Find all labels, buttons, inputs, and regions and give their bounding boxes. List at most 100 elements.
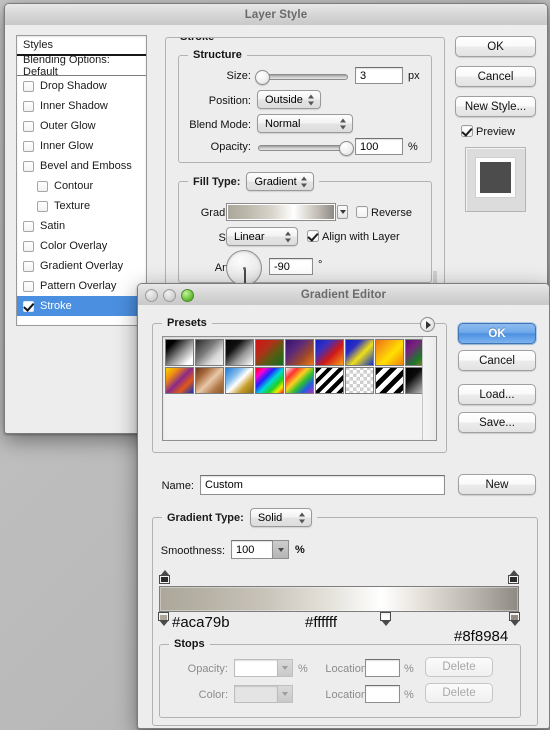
opacity-input[interactable]: 100 — [355, 138, 403, 155]
color-overlay-checkbox[interactable] — [23, 240, 34, 252]
preset-swatch-spectrum[interactable] — [255, 367, 284, 394]
layer-style-ok-button[interactable]: OK — [455, 36, 536, 57]
layer-style-titlebar[interactable]: Layer Style — [5, 4, 547, 26]
preview-checkbox[interactable] — [461, 125, 473, 137]
gradient-style-select[interactable]: Linear — [226, 227, 298, 246]
gradient-editor-titlebar[interactable]: Gradient Editor — [138, 284, 549, 306]
zoom-icon[interactable] — [181, 289, 194, 302]
effect-row-contour[interactable]: Contour — [17, 176, 146, 196]
new-gradient-button[interactable]: New — [458, 474, 536, 495]
preset-swatch-noise-transparent[interactable] — [345, 367, 374, 394]
effect-row-satin[interactable]: Satin — [17, 216, 146, 236]
preset-swatch-foreground-to-transparent[interactable] — [195, 339, 224, 366]
minimize-icon[interactable] — [163, 289, 176, 302]
effect-row-inner-shadow[interactable]: Inner Shadow — [17, 96, 146, 116]
gradient-type-select[interactable]: Solid — [249, 508, 312, 527]
size-slider-track[interactable] — [258, 74, 348, 80]
stop-opacity-dropdown-button[interactable] — [278, 659, 293, 677]
preset-swatch-copper[interactable] — [195, 367, 224, 394]
preset-swatch-black-white-stripes[interactable] — [375, 367, 404, 394]
preset-swatch-blue-yellow-blue[interactable] — [345, 339, 374, 366]
preset-swatch-yellow-violet-orange-blue[interactable] — [165, 367, 194, 394]
preset-swatch-blue-red-yellow[interactable] — [315, 339, 344, 366]
smoothness-input[interactable]: 100 — [231, 540, 273, 559]
presets-scrollbar[interactable] — [422, 337, 436, 440]
color-stop-0[interactable] — [158, 612, 169, 626]
stop-opacity-input[interactable] — [234, 659, 278, 677]
preset-swatch-white-black[interactable] — [225, 339, 254, 366]
blending-options-row[interactable]: Blending Options: Default — [17, 54, 146, 78]
gradient-bar[interactable] — [159, 586, 519, 612]
effect-row-texture[interactable]: Texture — [17, 196, 146, 216]
gradient-preview-swatch[interactable] — [226, 203, 336, 221]
gradient-overlay-checkbox[interactable] — [23, 260, 34, 272]
effect-label: Inner Shadow — [40, 100, 108, 112]
outer-glow-checkbox[interactable] — [23, 120, 34, 132]
delete-color-stop-button[interactable]: Delete — [425, 683, 493, 703]
structure-group: Structure Size: 3 px Position: Outside B… — [178, 49, 432, 163]
angle-dial[interactable] — [226, 250, 262, 286]
contour-checkbox[interactable] — [37, 180, 48, 192]
load-button[interactable]: Load... — [458, 384, 536, 405]
effect-row-gradient-overlay[interactable]: Gradient Overlay — [17, 256, 146, 276]
opacity-stop-left[interactable] — [159, 570, 170, 584]
effect-label: Drop Shadow — [40, 80, 107, 92]
drop-shadow-checkbox[interactable] — [23, 80, 34, 92]
bevel-and-emboss-checkbox[interactable] — [23, 160, 34, 172]
preset-swatch-chrome[interactable] — [225, 367, 254, 394]
preset-swatch-red-green[interactable] — [255, 339, 284, 366]
preset-swatch-transparent-rainbow[interactable] — [285, 367, 314, 394]
effect-row-outer-glow[interactable]: Outer Glow — [17, 116, 146, 136]
satin-checkbox[interactable] — [23, 220, 34, 232]
size-value: 3 — [360, 69, 367, 82]
fill-type-select[interactable]: Gradient — [246, 172, 315, 191]
stop-color-swatch[interactable] — [234, 685, 278, 703]
stop-color-location-input[interactable] — [365, 685, 400, 703]
inner-shadow-checkbox[interactable] — [23, 100, 34, 112]
preset-swatch-black-white[interactable] — [165, 339, 194, 366]
color-stop-2[interactable] — [509, 612, 520, 626]
layer-style-cancel-button[interactable]: Cancel — [455, 66, 536, 87]
color-stop-1[interactable] — [380, 612, 391, 626]
gradient-editor-window: Gradient Editor Presets OK Cancel Load..… — [137, 283, 550, 729]
window-controls[interactable] — [145, 289, 194, 302]
presets-grid[interactable] — [165, 339, 436, 395]
effect-row-drop-shadow[interactable]: Drop Shadow — [17, 76, 146, 96]
gradient-editor-cancel-button[interactable]: Cancel — [458, 350, 536, 371]
stroke-checkbox[interactable] — [23, 300, 34, 312]
presets-well[interactable] — [162, 336, 437, 441]
preset-swatch-violet-orange[interactable] — [285, 339, 314, 366]
styles-list[interactable]: Styles Blending Options: Default Drop Sh… — [16, 35, 147, 326]
effect-row-bevel-and-emboss[interactable]: Bevel and Emboss — [17, 156, 146, 176]
stop-color-dropdown-button[interactable] — [278, 685, 293, 703]
new-style-button[interactable]: New Style... — [455, 96, 536, 117]
opacity-slider-knob[interactable] — [339, 141, 354, 156]
save-button[interactable]: Save... — [458, 412, 536, 433]
preset-swatch-orange-yellow-orange[interactable] — [375, 339, 404, 366]
size-input[interactable]: 3 — [355, 67, 403, 84]
size-slider-knob[interactable] — [255, 70, 270, 85]
preset-swatch-transparent-stripes[interactable] — [315, 367, 344, 394]
effect-row-pattern-overlay[interactable]: Pattern Overlay — [17, 276, 146, 296]
pattern-overlay-checkbox[interactable] — [23, 280, 34, 292]
close-icon[interactable] — [145, 289, 158, 302]
gradient-swatch-dropdown[interactable] — [337, 205, 348, 219]
blend-mode-select[interactable]: Normal — [257, 114, 353, 133]
gradient-editor-ok-button[interactable]: OK — [458, 323, 536, 344]
gradient-name-input[interactable]: Custom — [200, 475, 445, 495]
texture-checkbox[interactable] — [37, 200, 48, 212]
effect-row-color-overlay[interactable]: Color Overlay — [17, 236, 146, 256]
position-select[interactable]: Outside — [257, 90, 321, 109]
presets-panel-menu-icon[interactable] — [420, 317, 435, 332]
opacity-slider-track[interactable] — [258, 145, 348, 151]
smoothness-dropdown-button[interactable] — [273, 540, 289, 559]
inner-glow-checkbox[interactable] — [23, 140, 34, 152]
effect-row-stroke[interactable]: Stroke — [17, 296, 146, 316]
angle-input[interactable]: -90 — [269, 258, 313, 275]
effect-row-inner-glow[interactable]: Inner Glow — [17, 136, 146, 156]
delete-opacity-stop-button[interactable]: Delete — [425, 657, 493, 677]
opacity-stop-right[interactable] — [508, 570, 519, 584]
stop-opacity-location-input[interactable] — [365, 659, 400, 677]
reverse-checkbox[interactable] — [356, 206, 368, 218]
align-with-layer-checkbox[interactable] — [307, 230, 319, 242]
